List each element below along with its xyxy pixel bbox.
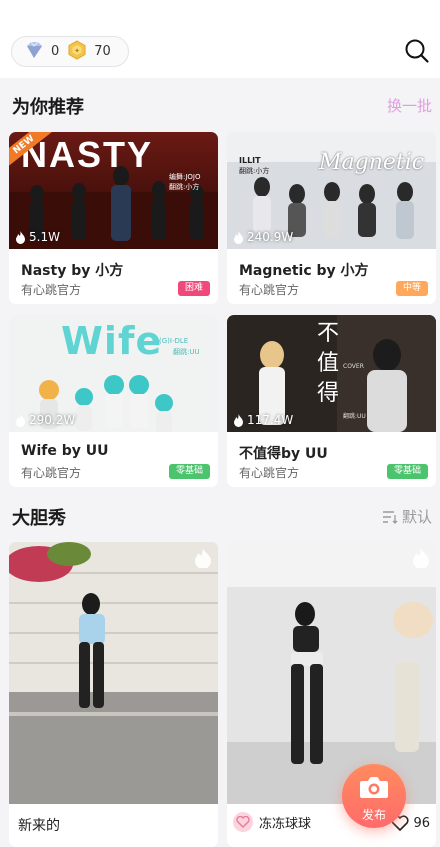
search-icon[interactable] [404,38,430,64]
like-count: 96 [413,815,430,831]
post-user[interactable]: 冻冻球球 [233,812,311,832]
avatar [233,812,253,832]
card-art-credit: 编舞:JOJO [169,173,201,181]
card-art-credit: 翻跳:小方 [239,167,270,175]
publish-button[interactable]: 发布 [342,764,406,828]
hot-icon [412,548,430,572]
card-art-credit: 翻跳:UU [343,413,366,420]
card-title: Magnetic by 小方 [239,263,369,279]
play-count: 240.9W [233,230,293,244]
card-title: Nasty by 小方 [21,263,124,279]
diamond-icon [24,41,44,63]
coin-count: 70 [94,44,111,59]
currency-pill[interactable]: 0 ✦ 70 [11,36,129,67]
show-title: 大胆秀 [12,508,66,529]
card-thumbnail: Magnetic ILLIT 翻跳:小方 240.9W [227,132,436,249]
difficulty-badge: 零基础 [168,464,210,479]
card-author: 有心跳官方 [239,466,300,480]
post-photo [9,542,218,804]
fire-icon [16,413,25,427]
card-art-title: 不值得 [317,321,340,406]
card-thumbnail: Wife (G)I-DLE 翻跳:UU 290.2W [9,315,218,432]
card-author: 有心跳官方 [239,283,300,297]
difficulty-badge: 困难 [177,281,210,296]
card-art-credit: (G)I-DLE [159,337,189,345]
fire-icon [234,413,243,427]
svg-text:✦: ✦ [74,47,80,55]
difficulty-badge: 零基础 [386,464,428,479]
top-bar: 0 ✦ 70 [0,0,440,78]
sort-icon [382,510,398,524]
card-author: 有心跳官方 [21,466,82,480]
dance-card-buzhide[interactable]: 不值得 COVER 翻跳:UU 117.4W 不值得by UU 有心跳官方 零基… [227,315,436,487]
dance-card-wife[interactable]: Wife (G)I-DLE 翻跳:UU 290.2W Wife by UU 有心… [9,315,218,487]
recommend-title: 为你推荐 [12,97,84,118]
card-thumbnail: NASTY 编舞:JOJO 翻跳:小方 NEW 5.1W [9,132,218,249]
card-title: 不值得by UU [239,446,328,462]
show-post-card[interactable]: 新来的 [9,542,218,847]
publish-label: 发布 [361,808,386,822]
coin-icon: ✦ [67,39,87,64]
card-author: 有心跳官方 [21,283,82,297]
play-count: 290.2W [15,413,75,427]
card-art-title: Wife [61,319,163,363]
fire-icon [16,230,25,244]
recommend-header: 为你推荐 换一批 [12,93,432,119]
camera-icon [360,777,388,798]
post-username: 冻冻球球 [259,816,312,832]
play-count: 117.4W [233,413,293,427]
card-art-title: Magnetic [319,150,425,175]
play-count: 5.1W [15,230,60,244]
show-header: 大胆秀 默认 [12,504,432,530]
refresh-button[interactable]: 换一批 [387,95,432,116]
dance-card-nasty[interactable]: NASTY 编舞:JOJO 翻跳:小方 NEW 5.1W Nasty by 小方… [9,132,218,304]
difficulty-badge: 中等 [395,281,428,296]
sort-button[interactable]: 默认 [382,506,432,527]
hot-icon [194,548,212,572]
card-art-credit: ILLIT [239,156,261,165]
dance-card-magnetic[interactable]: Magnetic ILLIT 翻跳:小方 240.9W Magnetic by … [227,132,436,304]
card-art-credit: 翻跳:小方 [169,183,200,191]
post-photo [227,542,436,804]
fire-icon [234,230,243,244]
card-title: Wife by UU [21,443,109,459]
card-thumbnail: 不值得 COVER 翻跳:UU 117.4W [227,315,436,432]
post-caption: 新来的 [18,818,60,834]
card-art-credit: 翻跳:UU [173,348,200,356]
diamond-count: 0 [51,44,60,59]
card-art-credit: COVER [343,363,364,370]
